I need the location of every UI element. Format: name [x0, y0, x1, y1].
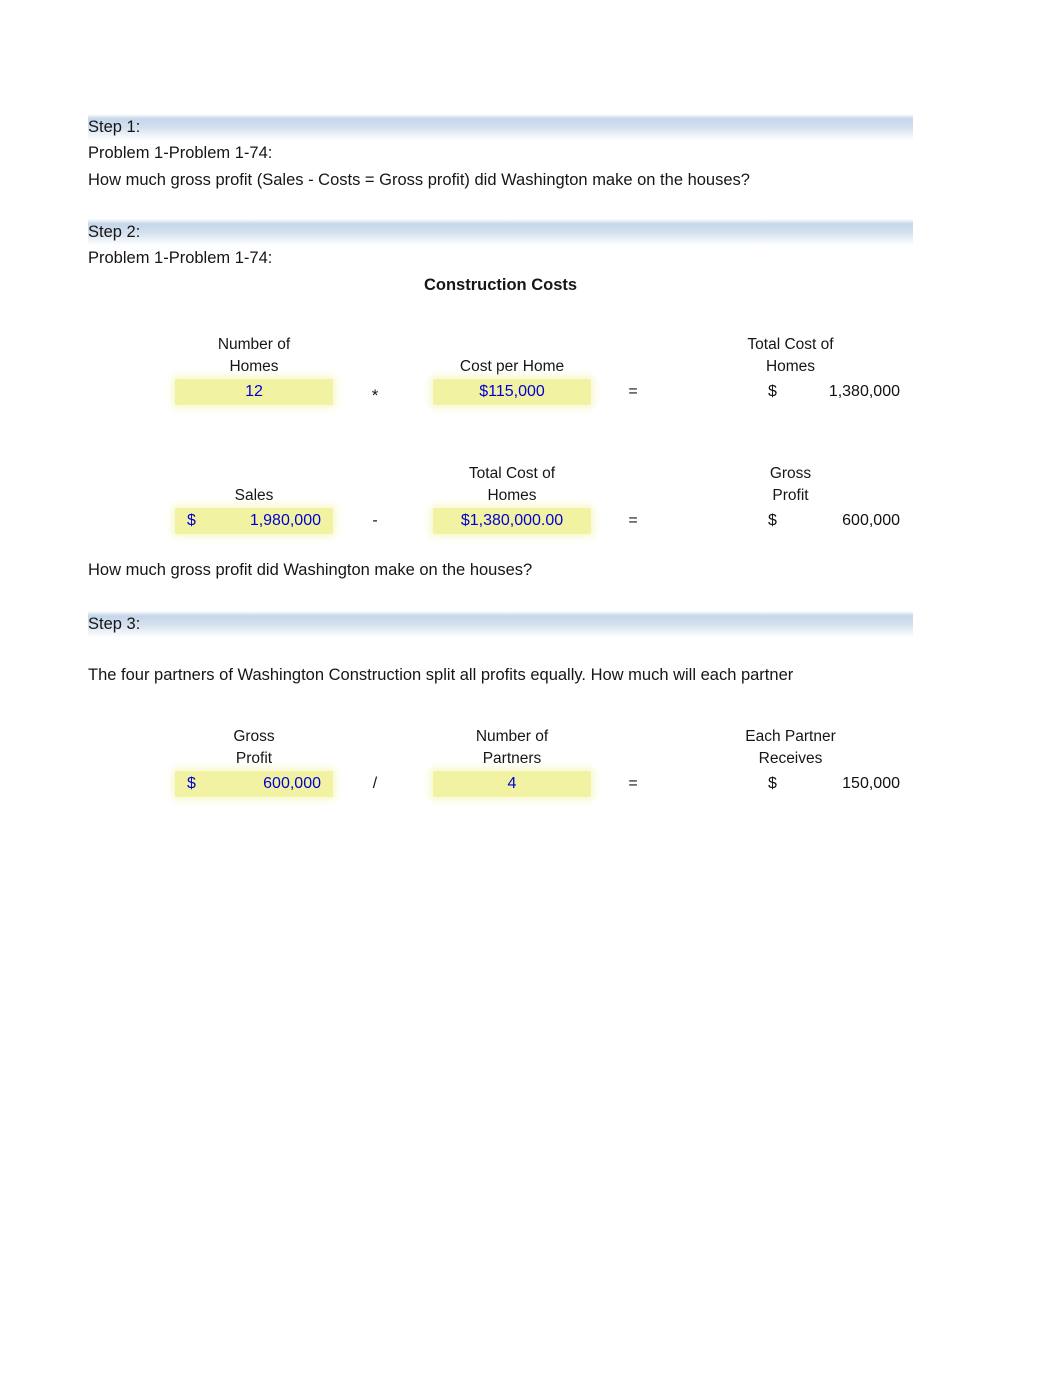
calc2-operator-2-wrap: =	[599, 454, 667, 532]
calc1-operand-a: Number of Homes 12	[175, 325, 333, 405]
calc3-operand-b-value: 4	[507, 775, 517, 792]
calc3-result: Each Partner Receives $ 150,000	[668, 717, 913, 795]
calc3-operand-a-currency: $	[187, 775, 196, 792]
calc3-result-value: 150,000	[842, 775, 900, 792]
step-1-line-1: Problem 1-Problem 1-74:	[88, 144, 273, 162]
calc3-operand-a: Gross Profit $ 600,000	[175, 717, 333, 797]
calc2-result-value: 600,000	[842, 512, 900, 529]
calc1-operand-a-cell[interactable]: 12	[175, 379, 333, 405]
calc3-operator-2-wrap: =	[599, 717, 667, 795]
calc3-operator-1-wrap: /	[341, 717, 409, 795]
calc1-result-cell: $ 1,380,000	[668, 379, 913, 405]
calc1-operator-1: *	[371, 386, 379, 405]
calc2-operand-b-header-line2: Homes	[487, 487, 537, 504]
step-1-line-2: How much gross profit (Sales - Costs = G…	[88, 171, 750, 189]
calc1-operand-a-value: 12	[245, 383, 263, 400]
calc1-operand-a-header-line1: Number of	[217, 336, 291, 353]
calc2-operand-a-currency: $	[187, 512, 196, 529]
calculation-row-2: Sales $ 1,980,000 - Total Cost of Homes …	[88, 454, 913, 534]
calc1-result-header-line2: Homes	[765, 358, 816, 375]
calc1-operator-2-wrap: =	[599, 325, 667, 403]
calculation-row-1: Number of Homes 12 * Cost per Home $115,…	[88, 325, 913, 405]
calc3-operand-a-cell[interactable]: $ 600,000	[175, 771, 333, 797]
calc3-operand-b: Number of Partners 4	[433, 717, 591, 797]
step-1-label: Step 1:	[88, 118, 141, 136]
calc1-operator-1-wrap: *	[341, 325, 409, 405]
calc3-operand-a-header-line2: Profit	[235, 750, 273, 767]
worksheet-page: Step 1: Problem 1-Problem 1-74: How much…	[0, 0, 1062, 1377]
calc1-operand-a-header-line2: Homes	[229, 358, 279, 375]
calc2-operand-a-header-line2: Sales	[234, 487, 274, 504]
calc3-result-cell: $ 150,000	[668, 771, 913, 797]
calc1-result-value: 1,380,000	[828, 383, 900, 400]
step-2-label: Step 2:	[88, 223, 141, 241]
step-3-label: Step 3:	[88, 615, 141, 633]
calc3-operand-b-header-line1: Number of	[475, 728, 549, 745]
calc1-operand-b-cell[interactable]: $115,000	[433, 379, 591, 405]
calc2-result-header-line1: Gross	[769, 465, 812, 482]
calc1-operand-b: Cost per Home $115,000	[433, 325, 591, 405]
calc1-operand-b-value: $115,000	[479, 383, 545, 400]
calc1-result-currency: $	[768, 383, 777, 400]
calc3-operand-b-cell[interactable]: 4	[433, 771, 591, 797]
calc1-operator-2: =	[628, 383, 638, 400]
step-2-closing-line: How much gross profit did Washington mak…	[88, 561, 533, 579]
calc3-result-currency: $	[768, 775, 777, 792]
calc2-result-header-line2: Profit	[772, 487, 809, 504]
calc2-result-cell: $ 600,000	[668, 508, 913, 534]
calc3-operator-2: =	[628, 775, 638, 792]
calc2-operand-b-header-line1: Total Cost of	[468, 465, 556, 482]
calc2-operand-a: Sales $ 1,980,000	[175, 454, 333, 534]
calc1-operand-b-header-line2: Cost per Home	[459, 358, 565, 375]
calc2-result: Gross Profit $ 600,000	[668, 454, 913, 532]
calculation-row-3: Gross Profit $ 600,000 / Number of Partn…	[88, 717, 913, 797]
step-2-line-1: Problem 1-Problem 1-74:	[88, 249, 273, 267]
calc3-operand-a-value: 600,000	[263, 775, 321, 792]
calc2-operator-1-wrap: -	[341, 454, 409, 532]
section-title: Construction Costs	[423, 276, 578, 294]
calc1-result-header-line1: Total Cost of	[747, 336, 834, 353]
step-2-banner: Step 2:	[88, 219, 913, 246]
calc3-operand-b-header-line2: Partners	[482, 750, 542, 767]
calc3-result-header-line2: Receives	[758, 750, 823, 767]
calc2-operator-2: =	[628, 512, 638, 529]
calc2-operator-1: -	[372, 512, 378, 529]
step-3-line-1: The four partners of Washington Construc…	[88, 666, 794, 684]
calc2-operand-b-value: $1,380,000.00	[460, 512, 564, 529]
calc3-operand-a-header-line1: Gross	[233, 728, 275, 745]
step-1-banner: Step 1:	[88, 114, 913, 141]
calc2-operand-a-cell[interactable]: $ 1,980,000	[175, 508, 333, 534]
calc3-result-header-line1: Each Partner	[745, 728, 836, 745]
calc2-operand-b: Total Cost of Homes $1,380,000.00	[433, 454, 591, 534]
calc3-operator-1: /	[372, 775, 378, 792]
calc2-operand-b-cell[interactable]: $1,380,000.00	[433, 508, 591, 534]
step-3-banner: Step 3:	[88, 611, 913, 638]
calc2-result-currency: $	[768, 512, 777, 529]
calc1-result: Total Cost of Homes $ 1,380,000	[668, 325, 913, 403]
calc2-operand-a-value: 1,980,000	[249, 512, 321, 529]
